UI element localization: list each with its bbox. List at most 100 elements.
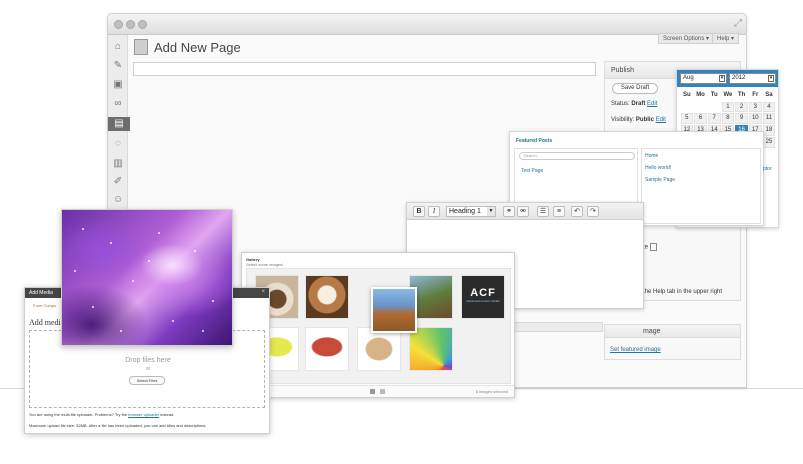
window-titlebar: ⤢ bbox=[108, 14, 746, 35]
star bbox=[194, 250, 196, 252]
from-computer-tab[interactable]: From Compu bbox=[33, 303, 56, 308]
calendar-day[interactable]: 8 bbox=[721, 113, 735, 125]
close-window-icon[interactable] bbox=[114, 20, 123, 29]
max-upload-note: Maximum upload file size: 32MB. After a … bbox=[29, 423, 207, 428]
date-picker-header: Aug ▾ 2012 ▾ bbox=[677, 70, 778, 87]
screen-options-button[interactable]: Screen Options ▾ bbox=[658, 33, 715, 44]
calendar-day[interactable]: 10 bbox=[748, 113, 762, 125]
chevron-down-icon: ▾ bbox=[719, 75, 725, 82]
redo-icon[interactable]: ↷ bbox=[587, 206, 599, 217]
bold-button[interactable]: B bbox=[413, 206, 425, 217]
calendar-day[interactable]: 6 bbox=[694, 113, 707, 125]
help-hint: se the Help tab in the upper right bbox=[635, 289, 723, 295]
expand-icon[interactable]: ⤢ bbox=[734, 18, 742, 29]
gallery-count: 8 images selected bbox=[475, 389, 508, 394]
pages-icon[interactable]: ▤ bbox=[108, 117, 130, 131]
weekday-label: Su bbox=[683, 92, 691, 98]
unlink-icon[interactable]: ⚮ bbox=[517, 206, 529, 217]
dragged-gallery-image[interactable] bbox=[371, 287, 417, 333]
star bbox=[132, 280, 134, 282]
italic-button[interactable]: I bbox=[428, 206, 440, 217]
calendar-day[interactable]: 7 bbox=[707, 113, 721, 125]
grid-view-icon[interactable] bbox=[370, 389, 375, 394]
calendar-day[interactable]: 3 bbox=[748, 101, 762, 113]
calendar-day[interactable]: 2 bbox=[735, 101, 748, 113]
plugins-icon[interactable]: ✐ bbox=[111, 175, 125, 189]
numbered-list-icon[interactable]: ≡ bbox=[553, 206, 565, 217]
visibility-line: Visibility: Public Edit bbox=[611, 117, 666, 123]
links-icon[interactable]: ∞ bbox=[111, 97, 125, 111]
save-draft-button[interactable]: Save Draft bbox=[612, 83, 658, 94]
weekday-label: Tu bbox=[710, 92, 718, 98]
cupcake-photo[interactable] bbox=[305, 275, 349, 319]
star bbox=[148, 260, 150, 262]
star bbox=[212, 300, 214, 302]
calendar-day[interactable]: 9 bbox=[735, 113, 748, 125]
weekday-label: Fr bbox=[752, 92, 759, 98]
selected-post-item[interactable]: Hello world! bbox=[645, 165, 671, 171]
galaxy-image bbox=[61, 209, 233, 346]
calendar-day[interactable]: 1 bbox=[721, 101, 735, 113]
acf-logo-text: ACF bbox=[470, 287, 496, 299]
gallery-subtitle: Select some images! bbox=[246, 262, 284, 267]
format-select[interactable]: Heading 1 ▼ bbox=[446, 206, 496, 217]
chevron-down-icon: ▾ bbox=[768, 75, 774, 82]
users-icon[interactable]: ☺ bbox=[111, 193, 125, 207]
star bbox=[158, 232, 160, 234]
star bbox=[202, 330, 204, 332]
pin-icon[interactable]: ✎ bbox=[111, 59, 125, 73]
title-input[interactable] bbox=[133, 62, 596, 76]
star bbox=[110, 242, 112, 244]
calendar-day[interactable]: 4 bbox=[762, 101, 776, 113]
drop-or-text: or bbox=[145, 366, 151, 372]
selected-posts-list: Home Hello world! Sample Page bbox=[641, 148, 761, 224]
calendar-day[interactable]: 25 bbox=[762, 136, 776, 148]
media-icon[interactable]: ▣ bbox=[111, 78, 125, 92]
relationship-title: Featured Posts bbox=[516, 138, 553, 144]
red-chair-photo[interactable] bbox=[305, 327, 349, 371]
calendar-day bbox=[681, 102, 694, 113]
featured-image-title: mage bbox=[605, 325, 740, 338]
rainbow-photo[interactable] bbox=[409, 327, 453, 371]
week-row: 5 6 7 8 9 10 11 bbox=[680, 113, 776, 125]
calendar-day[interactable]: 18 bbox=[762, 125, 776, 136]
selected-post-item[interactable]: Home bbox=[645, 153, 658, 159]
minimize-window-icon[interactable] bbox=[126, 20, 135, 29]
uploader-note: You are using the multi-file uploader. P… bbox=[29, 412, 175, 417]
comments-icon[interactable]: ◌ bbox=[111, 137, 125, 151]
link-icon[interactable]: ⚭ bbox=[503, 206, 515, 217]
close-icon[interactable]: × bbox=[261, 289, 265, 295]
calendar-day bbox=[708, 102, 721, 113]
calendar-day[interactable]: 11 bbox=[762, 113, 776, 125]
weekday-label: Mo bbox=[696, 92, 705, 98]
weekday-label: Th bbox=[737, 92, 746, 98]
wood-chair-photo[interactable] bbox=[357, 327, 401, 371]
acf-logo[interactable]: ACF Advanced Custom Fields bbox=[461, 275, 505, 319]
year-select[interactable]: 2012 ▾ bbox=[729, 73, 776, 84]
help-button[interactable]: Help ▾ bbox=[712, 33, 740, 44]
calendar-day[interactable]: 5 bbox=[680, 113, 694, 125]
media-dialog-title: Add Media bbox=[29, 290, 53, 296]
list-view-icon[interactable] bbox=[380, 389, 385, 394]
selected-post-item[interactable]: Sample Page bbox=[645, 177, 675, 183]
edit-visibility-link[interactable]: Edit bbox=[656, 117, 666, 123]
star bbox=[172, 320, 174, 322]
description-link-fragment[interactable]: ptor bbox=[763, 166, 772, 172]
undo-icon[interactable]: ↶ bbox=[571, 206, 583, 217]
star bbox=[82, 228, 84, 230]
bullet-list-icon[interactable]: ☰ bbox=[537, 206, 549, 217]
page-icon bbox=[134, 39, 148, 55]
month-select[interactable]: Aug ▾ bbox=[680, 73, 727, 84]
appearance-icon[interactable]: ▥ bbox=[111, 157, 125, 171]
media-heading: Add medi bbox=[29, 318, 61, 327]
relationship-search-input[interactable]: Search... bbox=[519, 152, 635, 160]
edit-status-link[interactable]: Edit bbox=[647, 101, 657, 107]
set-featured-image-link[interactable]: Set featured image bbox=[610, 347, 661, 353]
weekday-row: Su Mo Tu We Th Fr Sa bbox=[680, 90, 776, 101]
select-files-button[interactable]: Select Files bbox=[129, 376, 165, 385]
dashboard-icon[interactable]: ⌂ bbox=[111, 40, 125, 54]
available-post-item[interactable]: Test Page bbox=[521, 168, 543, 174]
status-line: Status: Draft Edit bbox=[611, 101, 658, 107]
browser-uploader-link[interactable]: browser uploader bbox=[128, 412, 159, 417]
zoom-window-icon[interactable] bbox=[138, 20, 147, 29]
